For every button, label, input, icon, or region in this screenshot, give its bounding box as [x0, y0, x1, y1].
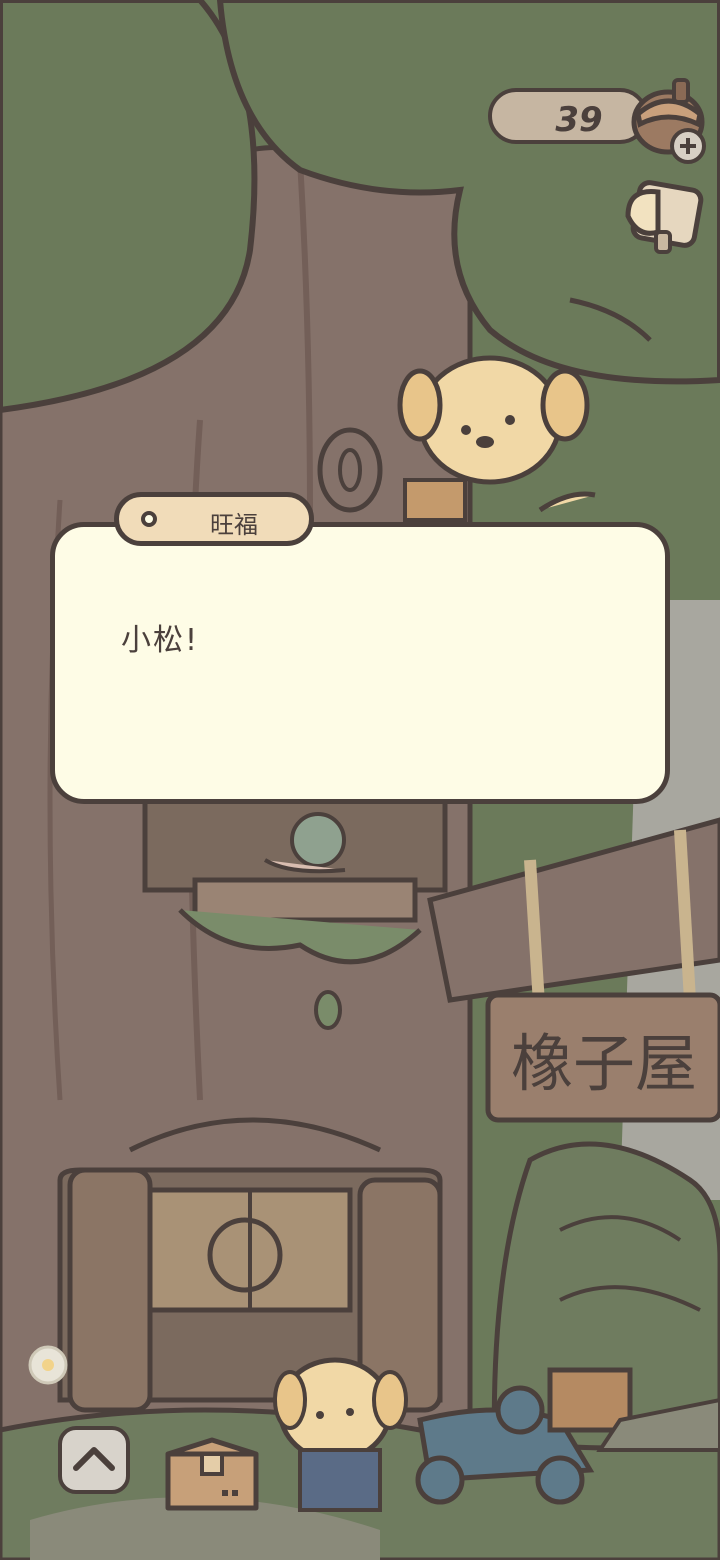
plus-icon — [670, 128, 706, 164]
chevron-up-icon — [73, 1447, 115, 1471]
dialog-text: 小松! — [121, 623, 200, 658]
lamp-button[interactable] — [618, 176, 708, 266]
acorn-counter: 39 — [488, 88, 648, 144]
lamp-icon — [625, 180, 704, 254]
acorn-count: 39 — [555, 100, 603, 140]
bullet-icon — [141, 511, 157, 527]
parcel-button[interactable] — [160, 1432, 264, 1518]
box-icon — [165, 1437, 259, 1511]
buy-acorns-button[interactable] — [626, 74, 712, 164]
dialog-box[interactable]: 小松! — [50, 522, 670, 804]
speaker-name: 旺福 — [210, 511, 258, 539]
expand-menu-button[interactable] — [58, 1426, 130, 1494]
speaker-name-tag: 旺福 — [114, 492, 314, 546]
shop-sign-text: 橡子屋 — [511, 1027, 697, 1100]
